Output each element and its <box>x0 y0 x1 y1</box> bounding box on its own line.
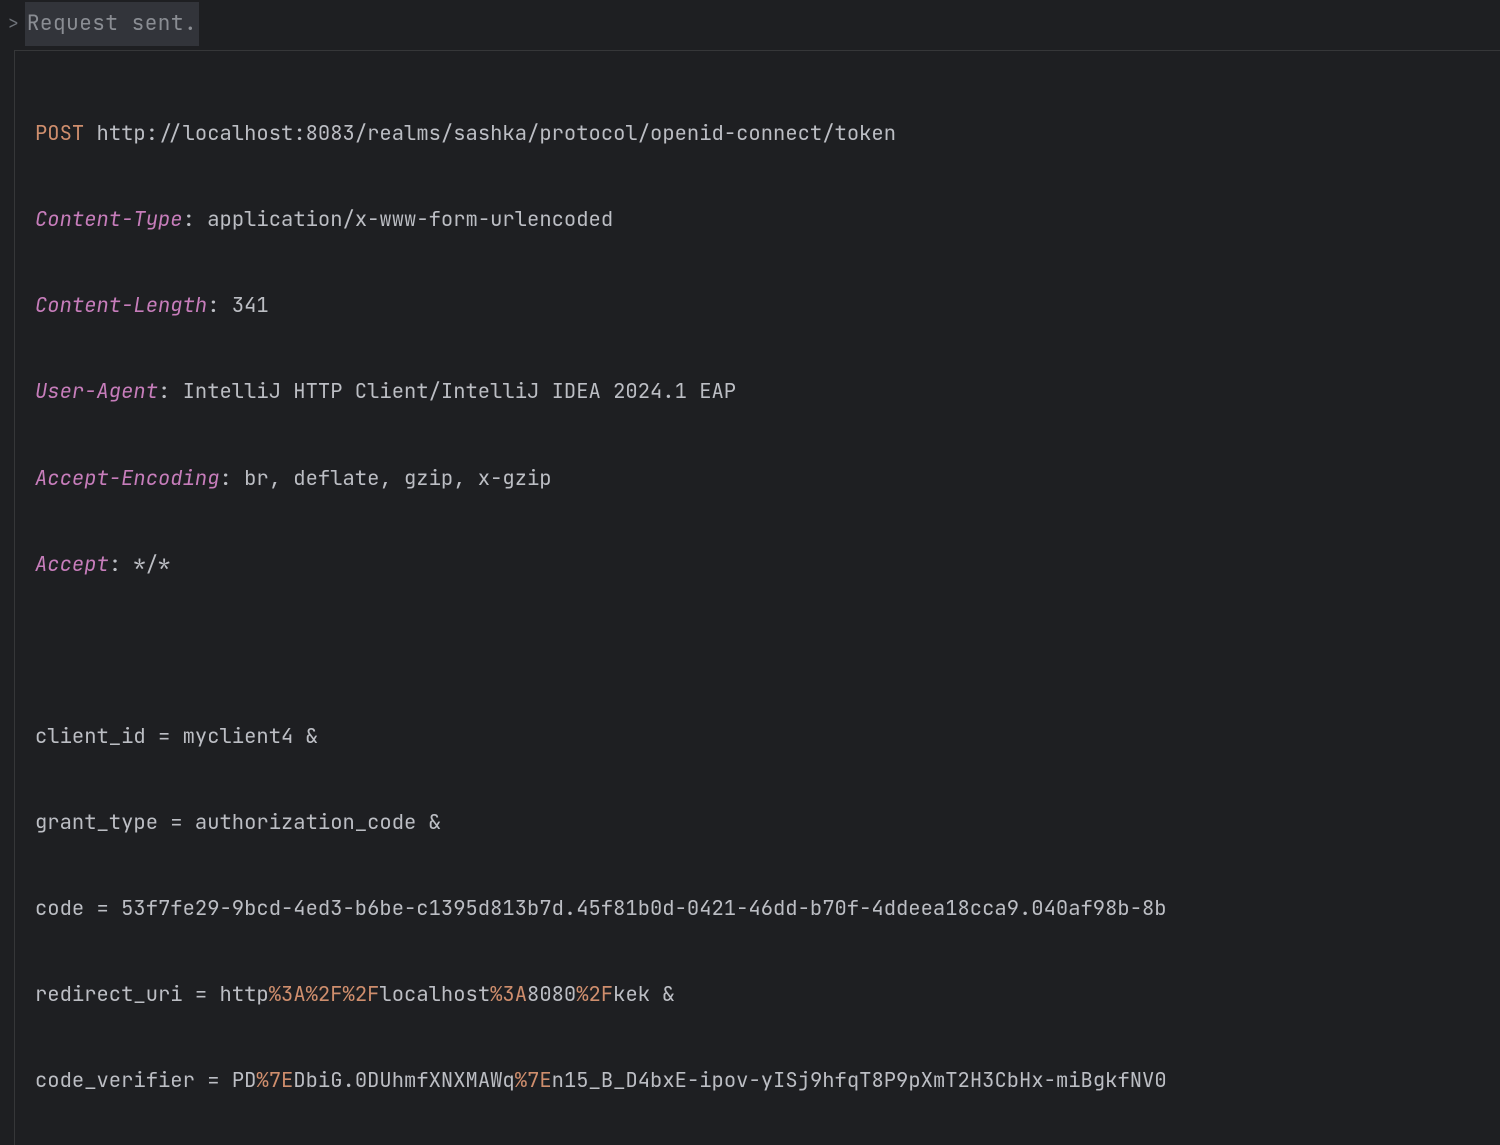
header-row: User-Agent: IntelliJ HTTP Client/Intelli… <box>35 370 1500 413</box>
header-value: 341 <box>232 292 269 319</box>
header-value: */* <box>133 551 170 578</box>
text-segment: localhost <box>379 981 490 1008</box>
header-name: Content-Length <box>35 292 207 319</box>
header-name: User-Agent <box>35 378 158 405</box>
chevron-right-icon: > <box>8 5 19 43</box>
body-param-redirect-uri: redirect_uri = http%3A%2F%2Flocalhost%3A… <box>35 973 1500 1016</box>
urlencoded-segment: %2F <box>576 981 613 1008</box>
body-param-code-verifier: code_verifier = PD%7EDbiG.0DUhmfXNXMAWq%… <box>35 1059 1500 1102</box>
header-row: Content-Type: application/x-www-form-url… <box>35 198 1500 241</box>
status-bar[interactable]: > Request sent. <box>0 0 1500 50</box>
urlencoded-segment: %7E <box>256 1067 293 1094</box>
header-row: Accept-Encoding: br, deflate, gzip, x-gz… <box>35 457 1500 500</box>
body-param-client-id: client_id = myclient4 & <box>35 715 1500 758</box>
text-segment: 8080 <box>527 981 576 1008</box>
text-segment: & <box>662 981 674 1008</box>
request-url <box>84 120 96 147</box>
urlencoded-segment: %7E <box>515 1067 552 1094</box>
status-text: Request sent. <box>25 2 199 46</box>
request-panel[interactable]: POST http://localhost:8083/realms/sashka… <box>14 50 1500 1145</box>
http-method: POST <box>35 120 84 147</box>
request-url-value: http://localhost:8083/realms/sashka/prot… <box>97 120 897 147</box>
urlencoded-segment: %3A%2F%2F <box>269 981 380 1008</box>
text-segment: n15_B_D4bxE-ipov-yISj9hfqT8P9pXmT2H3CbHx… <box>552 1067 1167 1094</box>
header-value: br, deflate, gzip, x-gzip <box>244 465 552 492</box>
header-name: Content-Type <box>35 206 183 233</box>
text-segment: DbiG.0DUhmfXNXMAWq <box>293 1067 514 1094</box>
body-param-grant-type: grant_type = authorization_code & <box>35 801 1500 844</box>
text-segment: PD <box>232 1067 257 1094</box>
request-line: POST http://localhost:8083/realms/sashka… <box>35 112 1500 155</box>
text-segment: http <box>220 981 269 1008</box>
header-row: Accept: */* <box>35 543 1500 586</box>
header-name: Accept-Encoding <box>35 465 220 492</box>
header-value: application/x-www-form-urlencoded <box>207 206 613 233</box>
blank-line <box>35 629 1500 672</box>
text-segment: kek <box>613 981 662 1008</box>
body-param-code: code = 53f7fe29-9bcd-4ed3-b6be-c1395d813… <box>35 887 1500 930</box>
header-name: Accept <box>35 551 109 578</box>
header-row: Content-Length: 341 <box>35 284 1500 327</box>
urlencoded-segment: %3A <box>490 981 527 1008</box>
header-value: IntelliJ HTTP Client/IntelliJ IDEA 2024.… <box>183 378 737 405</box>
